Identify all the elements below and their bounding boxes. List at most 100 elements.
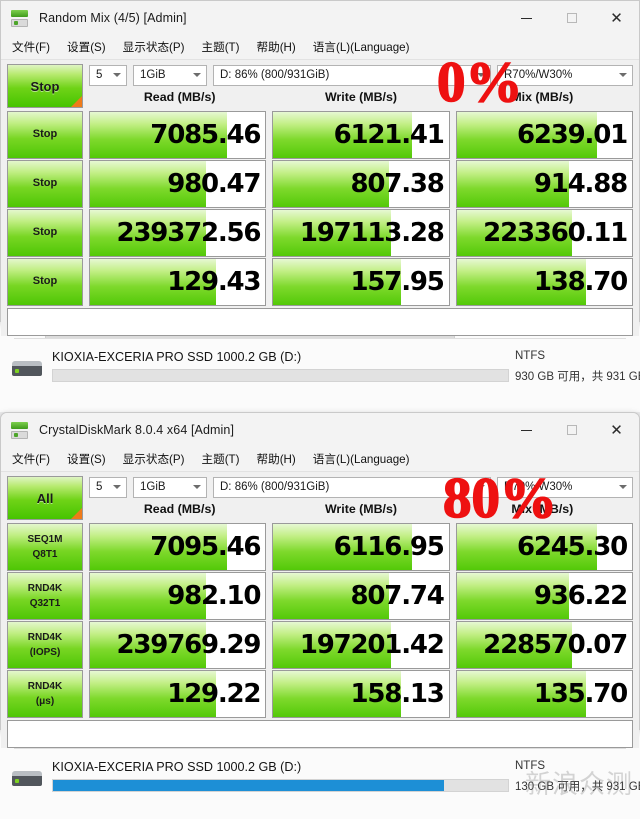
result-cell-read[interactable]: 7085.46 <box>89 111 267 159</box>
close-button[interactable]: ✕ <box>594 413 639 447</box>
test-label-top: RND4K <box>27 631 63 643</box>
mix-ratio-value: R70%/W30% <box>504 481 573 493</box>
result-value: 914.88 <box>533 169 628 199</box>
menu-theme[interactable]: 主题(T) <box>202 451 240 467</box>
result-cell-mix[interactable]: 138.70 <box>455 258 633 306</box>
menu-file[interactable]: 文件(F) <box>12 451 50 467</box>
menu-help[interactable]: 帮助(H) <box>257 451 296 467</box>
drive-list-item-1[interactable]: KIOXIA-EXCERIA PRO SSD 1000.2 GB (D:) NT… <box>0 339 640 384</box>
result-cell-write[interactable]: 6121.41 <box>272 111 450 159</box>
maximize-button[interactable] <box>549 1 594 35</box>
result-cell-write[interactable]: 158.13 <box>272 670 450 718</box>
test-run-button[interactable]: Stop <box>7 160 83 208</box>
result-cell-read[interactable]: 7095.46 <box>89 523 267 571</box>
result-cell-mix[interactable]: 135.70 <box>455 670 633 718</box>
drive-list-item-2[interactable]: KIOXIA-EXCERIA PRO SSD 1000.2 GB (D:) NT… <box>0 749 640 794</box>
chevron-down-icon <box>477 73 485 77</box>
menu-help[interactable]: 帮助(H) <box>257 39 296 55</box>
test-label-bottom: Q8T1 <box>32 549 58 560</box>
menu-language[interactable]: 语言(L)(Language) <box>313 39 410 55</box>
result-cell-write[interactable]: 807.74 <box>272 572 450 620</box>
test-count-select[interactable]: 5 <box>89 64 127 86</box>
menu-language[interactable]: 语言(L)(Language) <box>313 451 410 467</box>
test-size-select[interactable]: 1GiB <box>133 476 207 498</box>
mix-ratio-select[interactable]: R70%/W30% <box>497 64 633 86</box>
menu-display-state[interactable]: 显示状态(P) <box>123 39 185 55</box>
run-all-button[interactable]: All <box>7 476 83 520</box>
filesystem-label: NTFS <box>515 350 546 362</box>
test-label-top: RND4K <box>27 582 63 594</box>
test-run-button[interactable]: RND4K Q32T1 <box>7 572 83 620</box>
close-button[interactable]: ✕ <box>594 1 639 35</box>
drive-select[interactable]: D: 86% (800/931GiB) <box>213 64 491 86</box>
chevron-down-icon <box>619 485 627 489</box>
result-cell-read[interactable]: 239372.56 <box>89 209 267 257</box>
result-cell-read[interactable]: 239769.29 <box>89 621 267 669</box>
status-bar <box>7 308 633 336</box>
table-row: SEQ1M Q8T1 7095.46 6116.95 6245.30 <box>7 523 633 571</box>
test-count-select[interactable]: 5 <box>89 476 127 498</box>
result-cell-mix[interactable]: 914.88 <box>455 160 633 208</box>
result-cell-read[interactable]: 982.10 <box>89 572 267 620</box>
result-cell-write[interactable]: 197113.28 <box>272 209 450 257</box>
results-table: SEQ1M Q8T1 7095.46 6116.95 6245.30 RND4K Q32T1… <box>7 523 633 718</box>
result-value: 138.70 <box>533 267 628 297</box>
close-icon: ✕ <box>610 9 623 27</box>
menu-display-state[interactable]: 显示状态(P) <box>123 451 185 467</box>
column-headers: Read (MB/s) Write (MB/s) Mix (MB/s) <box>89 498 633 520</box>
run-all-label: Stop <box>30 78 60 94</box>
minimize-button[interactable] <box>504 1 549 35</box>
benchmark-body: All 5 1GiB D: 86% (800/931GiB) R70%/W30%… <box>1 472 639 748</box>
window-title: CrystalDiskMark 8.0.4 x64 [Admin] <box>39 423 235 437</box>
title-bar[interactable]: CrystalDiskMark 8.0.4 x64 [Admin] ✕ <box>1 413 639 447</box>
result-cell-write[interactable]: 807.38 <box>272 160 450 208</box>
table-row: RND4K (μs) 129.22 158.13 135.70 <box>7 670 633 718</box>
run-all-button[interactable]: Stop <box>7 64 83 108</box>
result-cell-mix[interactable]: 936.22 <box>455 572 633 620</box>
test-size-select[interactable]: 1GiB <box>133 64 207 86</box>
result-cell-mix[interactable]: 228570.07 <box>455 621 633 669</box>
result-cell-write[interactable]: 197201.42 <box>272 621 450 669</box>
minimize-button[interactable] <box>504 413 549 447</box>
test-label-top: SEQ1M <box>27 533 63 545</box>
free-space-label: 930 GB 可用，共 931 GB <box>515 371 640 383</box>
result-cell-mix[interactable]: 6245.30 <box>455 523 633 571</box>
menu-theme[interactable]: 主题(T) <box>202 39 240 55</box>
drive-select[interactable]: D: 86% (800/931GiB) <box>213 476 491 498</box>
filesystem-label: NTFS <box>515 760 546 772</box>
result-value: 129.22 <box>167 679 261 709</box>
drive-capacity-bar <box>52 779 509 792</box>
test-run-button[interactable]: Stop <box>7 111 83 159</box>
maximize-button[interactable] <box>549 413 594 447</box>
result-value: 982.10 <box>167 581 261 611</box>
menu-settings[interactable]: 设置(S) <box>67 39 106 55</box>
test-run-button[interactable]: RND4K (μs) <box>7 670 83 718</box>
menu-settings[interactable]: 设置(S) <box>67 451 106 467</box>
title-bar[interactable]: Random Mix (4/5) [Admin] ✕ <box>1 1 639 35</box>
test-label-top: Stop <box>32 226 58 239</box>
test-run-button[interactable]: RND4K (IOPS) <box>7 621 83 669</box>
result-cell-mix[interactable]: 6239.01 <box>455 111 633 159</box>
result-cell-read[interactable]: 129.43 <box>89 258 267 306</box>
hard-drive-icon <box>10 357 44 379</box>
table-row: RND4K Q32T1 982.10 807.74 936.22 <box>7 572 633 620</box>
result-value: 6245.30 <box>516 532 628 562</box>
test-run-button[interactable]: Stop <box>7 258 83 306</box>
result-cell-read[interactable]: 980.47 <box>89 160 267 208</box>
window-controls: ✕ <box>504 1 639 35</box>
benchmark-body: Stop 5 1GiB D: 86% (800/931GiB) R70%/W30… <box>1 60 639 336</box>
column-headers: Read (MB/s) Write (MB/s) Mix (MB/s) <box>89 86 633 108</box>
result-cell-read[interactable]: 129.22 <box>89 670 267 718</box>
result-cell-write[interactable]: 157.95 <box>272 258 450 306</box>
chevron-down-icon <box>477 485 485 489</box>
drive-name-label: KIOXIA-EXCERIA PRO SSD 1000.2 GB (D:) <box>52 760 302 774</box>
menu-file[interactable]: 文件(F) <box>12 39 50 55</box>
chevron-down-icon <box>193 485 201 489</box>
result-cell-write[interactable]: 6116.95 <box>272 523 450 571</box>
header-read: Read (MB/s) <box>143 502 216 516</box>
mix-ratio-select[interactable]: R70%/W30% <box>497 476 633 498</box>
result-cell-mix[interactable]: 223360.11 <box>455 209 633 257</box>
test-run-button[interactable]: Stop <box>7 209 83 257</box>
result-value: 980.47 <box>167 169 261 199</box>
test-run-button[interactable]: SEQ1M Q8T1 <box>7 523 83 571</box>
